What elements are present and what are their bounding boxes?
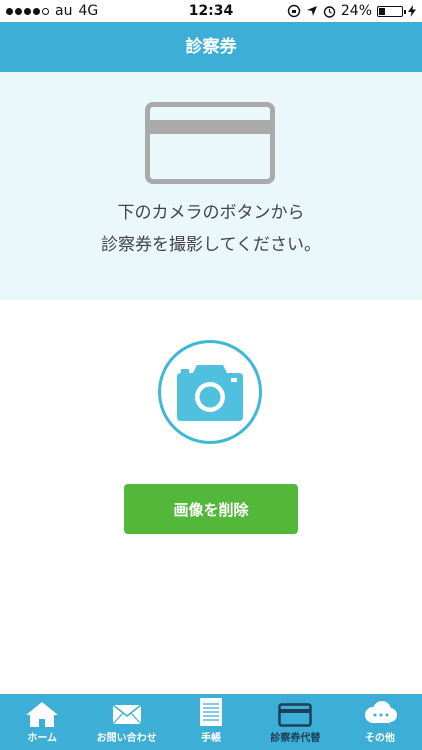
- home-icon: [26, 702, 59, 727]
- tab-home-label: ホーム: [27, 733, 58, 744]
- tab-card-substitute-label: 診察券代替: [270, 733, 321, 744]
- tab-notebook[interactable]: 手帳: [169, 694, 253, 750]
- tab-contact-label: お問い合わせ: [96, 733, 157, 744]
- card-stripe: [150, 120, 270, 134]
- tab-card-substitute[interactable]: 診察券代替: [253, 694, 337, 750]
- card-icon: [145, 102, 275, 184]
- instruction-line-2: 診察券を撮影してください。: [101, 235, 321, 255]
- battery-icon: [377, 5, 406, 17]
- mail-icon: [112, 704, 142, 725]
- alarm-icon: [323, 5, 336, 18]
- tab-contact[interactable]: お問い合わせ: [84, 694, 168, 750]
- tab-notebook-label: 手帳: [201, 733, 222, 744]
- camera-button[interactable]: [158, 340, 262, 444]
- tab-other-label: その他: [364, 733, 395, 744]
- delete-image-button[interactable]: 画像を削除: [124, 484, 298, 534]
- instruction-panel: 下のカメラのボタンから 診察券を撮影してください。: [0, 72, 422, 300]
- status-right: 24%: [287, 3, 416, 19]
- page-header: 診察券: [0, 22, 422, 72]
- tab-home[interactable]: ホーム: [0, 694, 84, 750]
- status-bar: au 4G 12:34 24%: [0, 0, 422, 22]
- camera-icon: [177, 365, 243, 421]
- cloud-icon: [364, 701, 397, 723]
- card-icon: [278, 703, 313, 727]
- instruction-line-1: 下のカメラのボタンから: [117, 203, 305, 223]
- page-title: 診察券: [185, 37, 237, 57]
- notebook-icon: [200, 698, 223, 726]
- charging-icon: [408, 5, 416, 17]
- rotation-lock-icon: [287, 4, 301, 18]
- tab-other[interactable]: その他: [338, 694, 422, 750]
- battery-percent: 24%: [340, 3, 372, 19]
- tab-bar: ホーム お問い合わせ 手帳 診察券代替 その他: [0, 694, 422, 750]
- location-icon: [306, 6, 317, 16]
